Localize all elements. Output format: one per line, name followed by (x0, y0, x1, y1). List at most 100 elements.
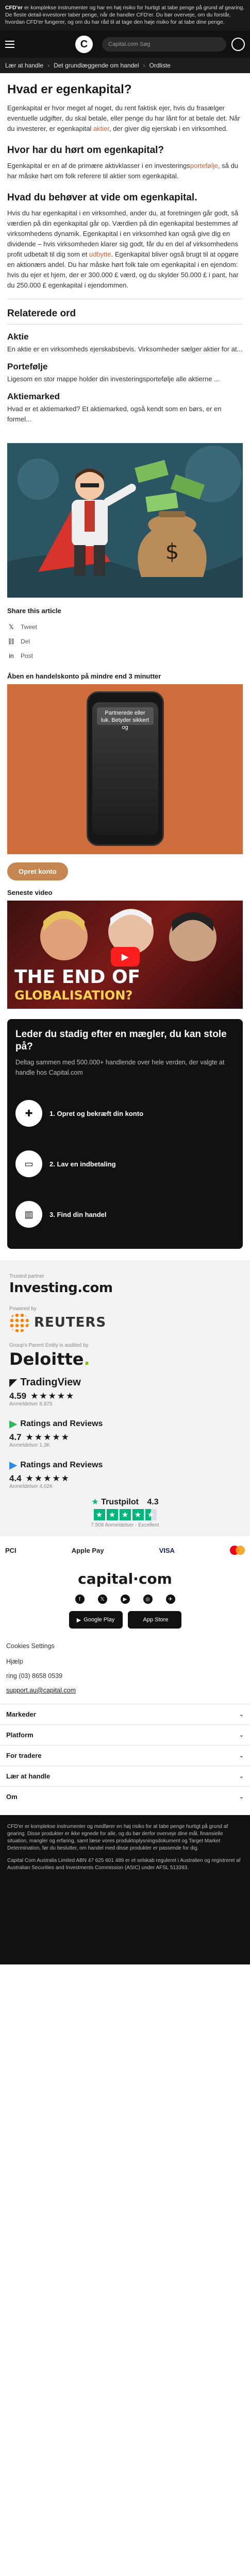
trustpilot-count: 7.508 Anmeldelser · Excellent (91, 1522, 159, 1528)
share-label: Post (21, 652, 34, 659)
link-portefolje[interactable]: portefølje (190, 162, 218, 170)
signup-steps: ✚ 1. Opret og bekræft din konto ▭ 2. Lav… (15, 1088, 235, 1240)
google-play-icon: ▶ (76, 1617, 81, 1623)
section-text: Hvis du har egenkapital i en virksomhed,… (7, 208, 243, 291)
broker-trust-card: Leder du stadig efter en mægler, du kan … (7, 1019, 243, 1249)
accordion-laer-at-handle[interactable]: Lær at handle ⌄ (0, 1766, 250, 1786)
support-email[interactable]: support.au@capital.com (6, 1685, 244, 1696)
rating-score: 4.7 (9, 1432, 22, 1442)
pci-logo: PCI (5, 1546, 16, 1554)
phone-mockup: Partnerede eller luk. Betyder sikkert og (86, 691, 164, 846)
chart-icon: ▥ (15, 1201, 42, 1228)
rating-count: Anmeldelser 8.875 (9, 1401, 53, 1407)
trustpilot-star-icon: ★ (91, 1498, 99, 1506)
trust-section: Trusted partner Investing.com Powered by… (0, 1260, 250, 1536)
telegram-icon[interactable]: ✈ (165, 1595, 175, 1604)
accordion-om[interactable]: Om ⌄ (0, 1786, 250, 1807)
risk-warning-prefix: CFD'er (5, 5, 23, 11)
step-label: 1. Opret og bekræft din konto (49, 1109, 144, 1117)
article-intro: Egenkapital er hvor meget af noget, du r… (7, 103, 243, 134)
menu-icon[interactable] (5, 37, 20, 52)
related-word-title[interactable]: Aktie (7, 332, 243, 342)
divider (7, 324, 243, 325)
star-icons: ★★★★★ (25, 1432, 70, 1442)
open-account-button[interactable]: Opret konto (7, 862, 68, 880)
user-icon[interactable] (231, 38, 245, 51)
related-word-title[interactable]: Portefølje (7, 362, 243, 372)
risk-warning-text: er komplekse instrumenter og har en høj … (5, 5, 245, 25)
star-icons: ★★★★★ (30, 1391, 75, 1401)
payment-methods: PCI Apple Pay VISA (0, 1536, 250, 1564)
chevron-down-icon: ⌄ (239, 1794, 244, 1800)
page-title: Hvad er egenkapital? (7, 82, 132, 96)
cookie-settings-link[interactable]: Cookies Settings (6, 1641, 244, 1651)
section-title: Hvad du behøver at vide om egenkapital. (7, 192, 197, 203)
link-udbytte[interactable]: udbytte (89, 250, 111, 258)
share-link[interactable]: ⛓ Del (7, 634, 243, 649)
step-label: 3. Find din handel (49, 1210, 107, 1218)
facebook-icon[interactable]: f (75, 1595, 85, 1604)
businessman-money-illustration: $ (7, 443, 243, 598)
search-input[interactable]: Capital.com Søg (102, 37, 226, 52)
intro-text-end: , der giver dig ejerskab i en virksomhed… (109, 125, 228, 132)
related-word-text: En aktie er en virksomheds ejerskabsbevi… (7, 345, 243, 353)
add-user-icon: ✚ (15, 1100, 42, 1127)
phone-caption: Partnerede eller luk. Betyder sikkert og (96, 707, 154, 731)
youtube-icon[interactable]: ▶ (120, 1595, 130, 1604)
link-aktier[interactable]: aktier (93, 125, 109, 132)
reuters-logo: REUTERS (9, 1313, 241, 1332)
breadcrumb-item-basics[interactable]: Det grundlæggende om handel (54, 62, 139, 69)
powered-label: Powered by (9, 1306, 37, 1312)
accordion-for-tradere[interactable]: For tradere ⌄ (0, 1745, 250, 1766)
tradingview-icon: ◤ (9, 1377, 18, 1388)
step-item: ▥ 3. Find din handel (15, 1189, 235, 1240)
linkedin-icon: in (9, 652, 14, 659)
step-item: ✚ 1. Opret og bekræft din konto (15, 1088, 235, 1139)
bottom-risk-warning: CFD'er er komplekse instrumenter og medf… (0, 1815, 250, 1964)
rating-google-play: ▶ Ratings and Reviews 4.7 ★★★★★ Anmeldelse… (9, 1417, 241, 1448)
chevron-down-icon: ⌄ (239, 1711, 244, 1718)
footer-accordion: Markeder ⌄ Platform ⌄ For tradere ⌄ Lær at … (0, 1704, 250, 1807)
promo-video-title: Åben en handelskonto på mindre end 3 min… (7, 672, 161, 680)
social-links: f 𝕏 ▶ ◎ ✈ (0, 1595, 250, 1604)
deloitte-logo: Deloitte. (9, 1349, 90, 1369)
app-store-button[interactable]: App Store (127, 1611, 181, 1629)
section-text-a: Egenkapital er en af de primære aktivkla… (7, 162, 190, 170)
step-item: ▭ 2. Lav en indbetaling (15, 1139, 235, 1189)
google-play-button[interactable]: ▶ Google Play (69, 1611, 123, 1629)
accordion-markeder[interactable]: Markeder ⌄ (0, 1704, 250, 1724)
rating-score: 4.59 (9, 1391, 27, 1401)
related-word-title[interactable]: Aktiemarked (7, 392, 243, 402)
risk-warning-banner: CFD'er er komplekse instrumenter og har … (0, 0, 250, 31)
trustpilot-stars: ★ ★ ★ ★ ★ (9, 1509, 241, 1520)
footer-logo[interactable]: capital·com (0, 1570, 250, 1587)
chevron-right-icon: › (143, 62, 145, 69)
play-icon[interactable]: ▶ (110, 947, 140, 967)
breadcrumb-item-learn[interactable]: Lær at handle (5, 62, 43, 69)
rating-score: 4.4 (9, 1473, 22, 1483)
twitter-icon[interactable]: 𝕏 (97, 1595, 107, 1604)
phone-number[interactable]: ring (03) 8658 0539 (6, 1671, 244, 1681)
app-store-icon: ▶ (9, 1460, 18, 1471)
instagram-icon[interactable]: ◎ (143, 1595, 153, 1604)
capital-logo[interactable]: C (75, 36, 93, 53)
investing-logo: Investing.com (9, 1280, 113, 1296)
rating-count: Anmeldelser 1,3K (9, 1443, 50, 1448)
related-words-title: Relaterede ord (7, 308, 76, 319)
phone-screen: Partnerede eller luk. Betyder sikkert og (92, 702, 158, 835)
trustpilot-logo: ★ Trustpilot 4.3 (91, 1498, 159, 1506)
broker-card-text: Deltag sammen med 500.000+ handlende ove… (15, 1059, 225, 1076)
breadcrumb-item-glossary[interactable]: Ordliste (149, 62, 171, 69)
app-store-buttons: ▶ Google Play App Store (0, 1611, 250, 1629)
latest-video-thumbnail[interactable]: ▶ THE END OF GLOBALISATION? (7, 901, 243, 1009)
app-store-rating-logo: ▶ Ratings and Reviews (9, 1460, 103, 1471)
share-twitter[interactable]: 𝕏 Tweet (7, 620, 243, 634)
accordion-platform[interactable]: Platform ⌄ (0, 1724, 250, 1745)
related-word-text: Ligesom en stor mappe holder din investe… (7, 375, 220, 383)
broker-card-title: Leder du stadig efter en mægler, du kan … (15, 1029, 227, 1052)
svg-text:$: $ (165, 539, 179, 564)
promo-video[interactable]: Partnerede eller luk. Betyder sikkert og (7, 684, 243, 854)
chevron-down-icon: ⌄ (239, 1753, 244, 1759)
share-linkedin[interactable]: in Post (7, 649, 243, 663)
rating-tradingview: ◤ TradingView 4.59 ★★★★★ Anmeldelser 8.875 (9, 1376, 241, 1407)
